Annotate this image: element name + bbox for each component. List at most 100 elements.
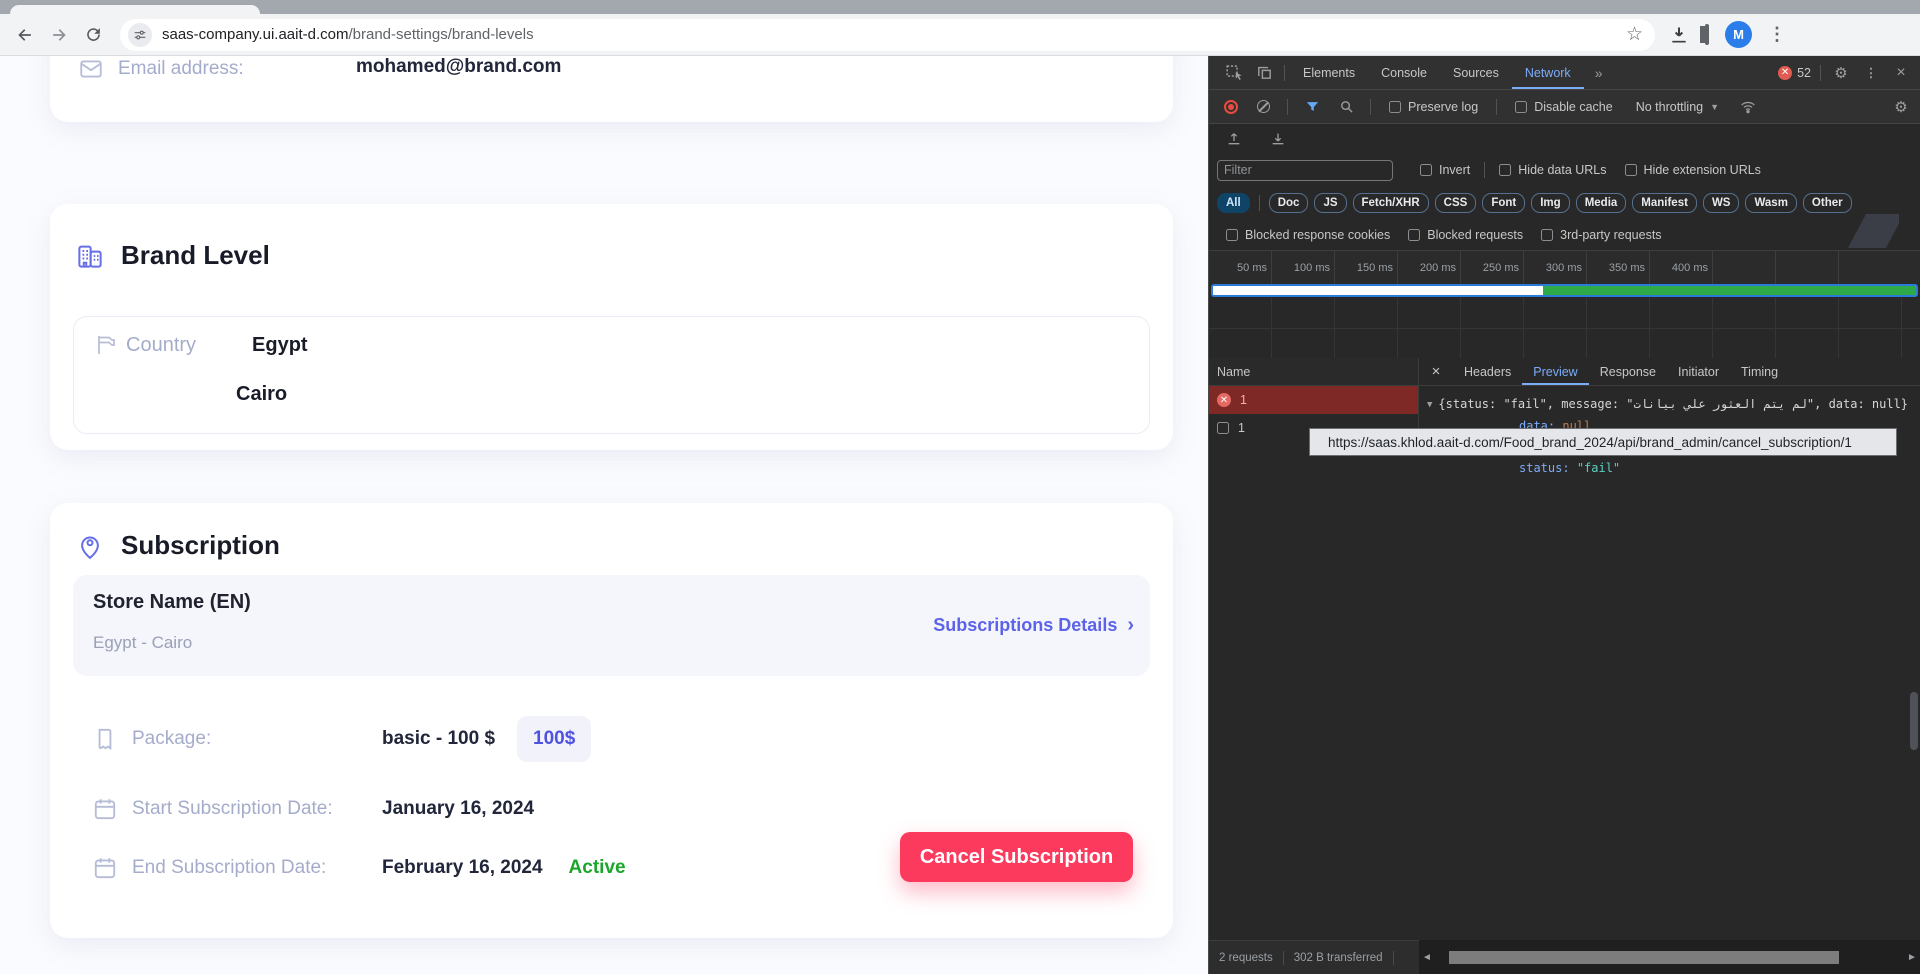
network-conditions-icon[interactable]: [1733, 90, 1763, 123]
expander-triangle-icon[interactable]: ▼: [1427, 395, 1432, 416]
network-overview-bar[interactable]: [1211, 284, 1918, 297]
tick-label: 150 ms: [1335, 251, 1398, 284]
package-row: Package: basic - 100 $ 100$: [92, 714, 591, 764]
chip-doc[interactable]: Doc: [1269, 193, 1309, 213]
address-bar[interactable]: saas-company.ui.aait-d.com/brand-setting…: [120, 19, 1655, 51]
reload-button[interactable]: [76, 18, 110, 52]
package-price-badge[interactable]: 100$: [517, 716, 591, 762]
error-icon: ✕: [1778, 66, 1792, 80]
chip-all[interactable]: All: [1217, 193, 1250, 213]
tab-timing[interactable]: Timing: [1730, 358, 1789, 385]
tab-elements[interactable]: Elements: [1290, 56, 1368, 89]
flag-icon: [94, 333, 118, 357]
third-party-requests-checkbox[interactable]: 3rd-party requests: [1532, 228, 1670, 242]
checkbox-icon[interactable]: [1217, 422, 1229, 434]
devtools-settings-gear-icon[interactable]: ⚙: [1826, 56, 1856, 89]
cancel-subscription-button[interactable]: Cancel Subscription: [900, 832, 1133, 882]
disable-cache-checkbox[interactable]: Disable cache: [1506, 100, 1622, 114]
country-label: Country: [126, 334, 196, 357]
throttling-dropdown[interactable]: No throttling ▼: [1626, 100, 1729, 114]
tab-initiator[interactable]: Initiator: [1667, 358, 1730, 385]
chip-img[interactable]: Img: [1531, 193, 1569, 213]
error-count-badge[interactable]: ✕ 52: [1778, 66, 1811, 80]
chip-ws[interactable]: WS: [1703, 193, 1740, 213]
devtools-menu-icon[interactable]: ⋮: [1856, 56, 1886, 89]
close-detail-icon[interactable]: ×: [1419, 363, 1453, 380]
checkbox-icon: [1226, 229, 1238, 241]
end-date-row: End Subscription Date: February 16, 2024…: [92, 843, 626, 893]
divider: [1284, 65, 1285, 81]
more-tabs-icon[interactable]: »: [1584, 56, 1614, 89]
divider: [1496, 99, 1497, 115]
hide-extension-urls-checkbox[interactable]: Hide extension URLs: [1616, 163, 1770, 177]
download-button[interactable]: [1669, 25, 1689, 45]
hide-data-urls-checkbox[interactable]: Hide data URLs: [1490, 163, 1615, 177]
timeline-grid-area[interactable]: [1209, 298, 1920, 358]
tab-sources[interactable]: Sources: [1440, 56, 1512, 89]
section-title: Brand Level: [121, 240, 270, 271]
horizontal-scrollbar-thumb[interactable]: [1449, 951, 1839, 964]
back-button[interactable]: [8, 18, 42, 52]
tab-network[interactable]: Network: [1512, 56, 1584, 89]
inspect-element-icon[interactable]: [1219, 56, 1249, 89]
chip-manifest[interactable]: Manifest: [1632, 193, 1697, 213]
chip-media[interactable]: Media: [1576, 193, 1627, 213]
chip-wasm[interactable]: Wasm: [1745, 193, 1796, 213]
invert-checkbox[interactable]: Invert: [1411, 163, 1479, 177]
scroll-right-arrow-icon[interactable]: ►: [1904, 952, 1920, 963]
import-har-icon[interactable]: [1219, 124, 1249, 154]
subscriptions-details-link[interactable]: Subscriptions Details ›: [933, 575, 1134, 676]
tick-label: 400 ms: [1650, 251, 1713, 284]
json-summary-line[interactable]: ▼{status: "fail", message: "لم يتم العثو…: [1419, 394, 1910, 416]
divider: [1259, 195, 1260, 211]
request-row-error[interactable]: ✕ 1: [1209, 386, 1419, 414]
forward-button[interactable]: [42, 18, 76, 52]
requests-name-header[interactable]: Name: [1209, 358, 1419, 386]
devtools-close-icon[interactable]: ×: [1886, 56, 1916, 89]
subscription-card: Subscription Store Name (EN) Egypt - Cai…: [50, 503, 1173, 938]
url-text[interactable]: saas-company.ui.aait-d.com/brand-setting…: [162, 26, 1626, 43]
network-toolbar: Preserve log Disable cache No throttling…: [1209, 90, 1920, 124]
network-filter-input[interactable]: [1217, 160, 1393, 181]
subscription-pin-icon: [75, 531, 105, 561]
horizontal-scrollbar[interactable]: ◄ ►: [1419, 940, 1920, 974]
request-name: 1: [1240, 393, 1247, 407]
tab-headers[interactable]: Headers: [1453, 358, 1522, 385]
overview-finished-segment: [1543, 286, 1916, 295]
record-network-log-icon[interactable]: [1224, 100, 1238, 114]
transferred-size: 302 B transferred: [1294, 952, 1383, 964]
clear-network-log-icon[interactable]: [1257, 100, 1270, 113]
blocked-requests-checkbox[interactable]: Blocked requests: [1399, 228, 1532, 242]
preserve-log-checkbox[interactable]: Preserve log: [1380, 100, 1487, 114]
tab-response[interactable]: Response: [1589, 358, 1667, 385]
chip-fetch-xhr[interactable]: Fetch/XHR: [1353, 193, 1429, 213]
site-settings-icon[interactable]: [128, 23, 152, 47]
vertical-scrollbar-thumb[interactable]: [1910, 692, 1918, 750]
active-tab-top[interactable]: [10, 5, 260, 14]
chip-font[interactable]: Font: [1482, 193, 1525, 213]
bookmark-star-icon[interactable]: ☆: [1626, 25, 1643, 44]
back-icon: [15, 25, 35, 45]
timeline-ruler[interactable]: 50 ms 100 ms 150 ms 200 ms 250 ms 300 ms…: [1209, 250, 1920, 284]
chip-js[interactable]: JS: [1314, 193, 1346, 213]
status-badge: Active: [569, 857, 626, 879]
search-icon[interactable]: [1331, 90, 1361, 123]
filter-funnel-icon[interactable]: [1297, 90, 1327, 123]
profile-avatar[interactable]: M: [1725, 21, 1752, 48]
chip-css[interactable]: CSS: [1435, 193, 1477, 213]
side-panel-button[interactable]: [1705, 26, 1709, 44]
blocked-response-cookies-checkbox[interactable]: Blocked response cookies: [1217, 228, 1399, 242]
checkbox-icon: [1499, 164, 1511, 176]
tab-preview[interactable]: Preview: [1522, 358, 1588, 385]
scroll-left-arrow-icon[interactable]: ◄: [1419, 952, 1435, 963]
device-toolbar-icon[interactable]: [1249, 56, 1279, 89]
export-har-icon[interactable]: [1263, 124, 1293, 154]
tab-console[interactable]: Console: [1368, 56, 1440, 89]
error-count: 52: [1797, 66, 1811, 80]
chevron-right-icon: ›: [1127, 614, 1134, 637]
country-box: Country Egypt Cairo: [73, 316, 1150, 434]
email-value: mohamed@brand.com: [356, 56, 561, 78]
building-icon: [75, 241, 105, 271]
browser-menu-button[interactable]: ⋮: [1768, 24, 1786, 45]
network-settings-gear-icon[interactable]: ⚙: [1886, 90, 1916, 123]
